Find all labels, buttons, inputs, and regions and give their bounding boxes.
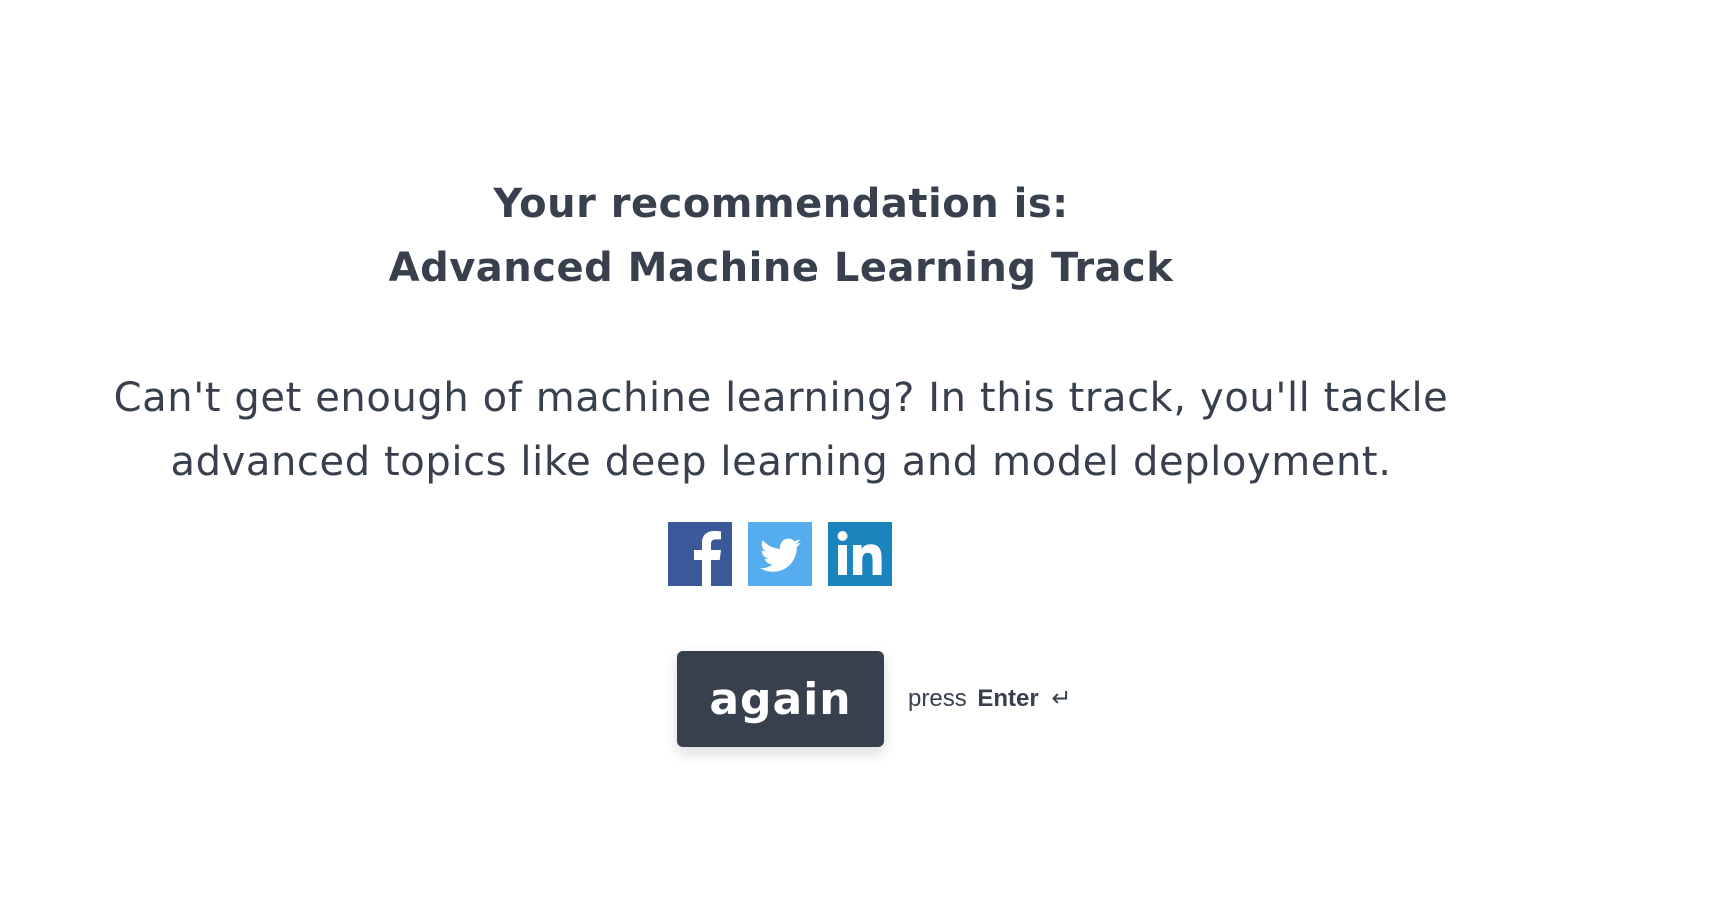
track-description: Can't get enough of machine learning? In… [40,366,1522,494]
linkedin-icon [828,522,892,586]
again-button[interactable]: again [677,651,884,747]
recommendation-heading: Your recommendation is: Advanced Machine… [0,172,1562,300]
linkedin-share-button[interactable] [828,522,892,586]
hint-key: Enter [977,685,1039,712]
hint-prefix: press [908,685,967,712]
twitter-share-button[interactable] [748,522,812,586]
enter-hint: press Enter ↵ [908,684,1072,713]
twitter-icon [748,522,812,586]
share-buttons [668,522,892,586]
return-icon: ↵ [1051,685,1072,712]
recommendation-track: Advanced Machine Learning Track [388,245,1174,291]
description-line-1: Can't get enough of machine learning? In… [113,375,1449,421]
facebook-icon [668,522,732,586]
recommendation-intro: Your recommendation is: [493,181,1069,227]
facebook-share-button[interactable] [668,522,732,586]
description-line-2: advanced topics like deep learning and m… [170,439,1392,485]
